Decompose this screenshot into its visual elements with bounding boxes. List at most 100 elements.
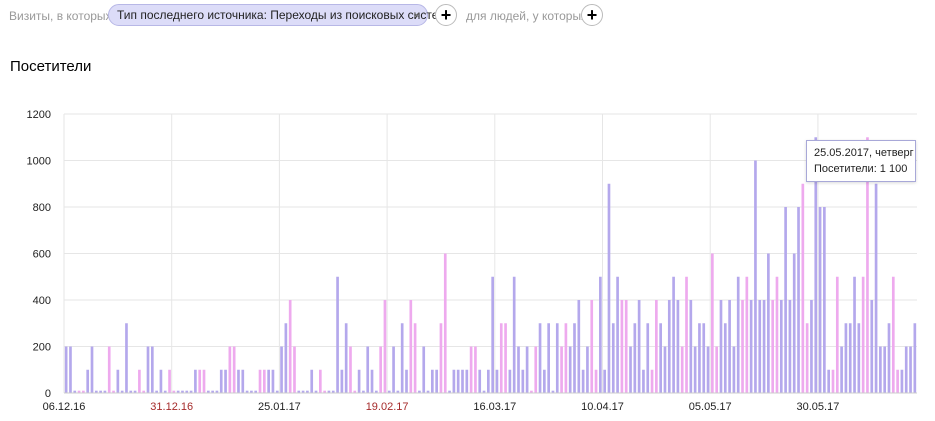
bar[interactable] (767, 253, 770, 394)
bar[interactable] (431, 369, 434, 393)
bar[interactable] (525, 346, 529, 394)
bar[interactable] (474, 346, 477, 394)
bar[interactable] (698, 323, 701, 393)
bar[interactable] (732, 346, 736, 394)
bar[interactable] (624, 300, 628, 393)
bar[interactable] (340, 369, 344, 393)
bar[interactable] (607, 183, 611, 393)
bar[interactable] (711, 253, 714, 394)
bar[interactable] (831, 369, 835, 393)
bar[interactable] (728, 300, 731, 393)
bar[interactable] (891, 276, 895, 393)
bar[interactable] (702, 323, 706, 393)
bar[interactable] (198, 369, 202, 393)
bar[interactable] (667, 300, 671, 393)
bar[interactable] (443, 253, 447, 394)
bar[interactable] (616, 276, 619, 393)
bar[interactable] (555, 323, 559, 393)
bar[interactable] (818, 207, 822, 393)
bar[interactable] (741, 300, 744, 393)
bar[interactable] (861, 276, 865, 393)
bar[interactable] (715, 346, 719, 394)
bar[interactable] (642, 369, 645, 393)
bar[interactable] (797, 207, 800, 393)
bar[interactable] (590, 300, 594, 393)
bar[interactable] (848, 323, 852, 393)
bar[interactable] (823, 207, 826, 393)
bar[interactable] (495, 369, 499, 393)
bar[interactable] (543, 369, 546, 393)
bar[interactable] (870, 300, 874, 393)
bar[interactable] (904, 346, 908, 394)
bar[interactable] (219, 369, 223, 393)
bar[interactable] (258, 369, 262, 393)
bar[interactable] (517, 346, 520, 394)
bar[interactable] (599, 276, 602, 393)
bar[interactable] (125, 323, 128, 393)
bar[interactable] (663, 346, 667, 394)
bar[interactable] (237, 369, 240, 393)
bar[interactable] (693, 346, 697, 394)
bar[interactable] (469, 346, 473, 394)
bar[interactable] (232, 346, 236, 394)
bar[interactable] (723, 323, 727, 393)
bar[interactable] (465, 369, 469, 393)
bar[interactable] (650, 369, 654, 393)
bar[interactable] (116, 369, 120, 393)
bar[interactable] (90, 346, 94, 394)
bar[interactable] (771, 300, 775, 393)
bar[interactable] (913, 323, 917, 393)
bar[interactable] (224, 369, 227, 393)
bar[interactable] (874, 183, 878, 393)
bar[interactable] (107, 346, 111, 394)
bar[interactable] (64, 346, 68, 394)
bar[interactable] (680, 346, 684, 394)
bar[interactable] (452, 369, 456, 393)
bar[interactable] (69, 346, 72, 394)
bar[interactable] (883, 346, 887, 394)
bar[interactable] (366, 346, 370, 394)
bar[interactable] (672, 276, 675, 393)
bar[interactable] (775, 276, 779, 393)
bar[interactable] (86, 369, 90, 393)
bar[interactable] (400, 323, 404, 393)
bar[interactable] (758, 300, 762, 393)
bar[interactable] (689, 300, 693, 393)
bar[interactable] (900, 369, 904, 393)
bar[interactable] (146, 346, 150, 394)
bar[interactable] (685, 276, 688, 393)
bar[interactable] (159, 369, 163, 393)
bar[interactable] (383, 300, 387, 393)
bar[interactable] (262, 369, 266, 393)
bar[interactable] (288, 300, 292, 393)
bar[interactable] (577, 300, 581, 393)
bar[interactable] (779, 300, 783, 393)
bar[interactable] (336, 276, 339, 393)
bar[interactable] (637, 300, 641, 393)
bar[interactable] (706, 346, 710, 394)
bar[interactable] (749, 300, 753, 393)
bar[interactable] (241, 369, 245, 393)
bar[interactable] (499, 323, 503, 393)
bar[interactable] (461, 369, 464, 393)
bar[interactable] (379, 346, 382, 394)
bar[interactable] (603, 369, 606, 393)
bar[interactable] (646, 323, 650, 393)
bar[interactable] (409, 300, 413, 393)
bar[interactable] (762, 300, 766, 393)
bar[interactable] (228, 346, 232, 394)
bar[interactable] (534, 346, 538, 394)
bar[interactable] (293, 346, 296, 394)
bar[interactable] (784, 207, 787, 393)
bar[interactable] (487, 369, 490, 393)
bar[interactable] (835, 276, 839, 393)
bar[interactable] (508, 369, 512, 393)
bar[interactable] (478, 369, 482, 393)
bar[interactable] (150, 346, 154, 394)
bar[interactable] (405, 369, 408, 393)
bar[interactable] (202, 369, 206, 393)
bar[interactable] (491, 276, 494, 393)
bar[interactable] (810, 300, 813, 393)
bar[interactable] (280, 346, 283, 394)
bar[interactable] (792, 253, 796, 394)
